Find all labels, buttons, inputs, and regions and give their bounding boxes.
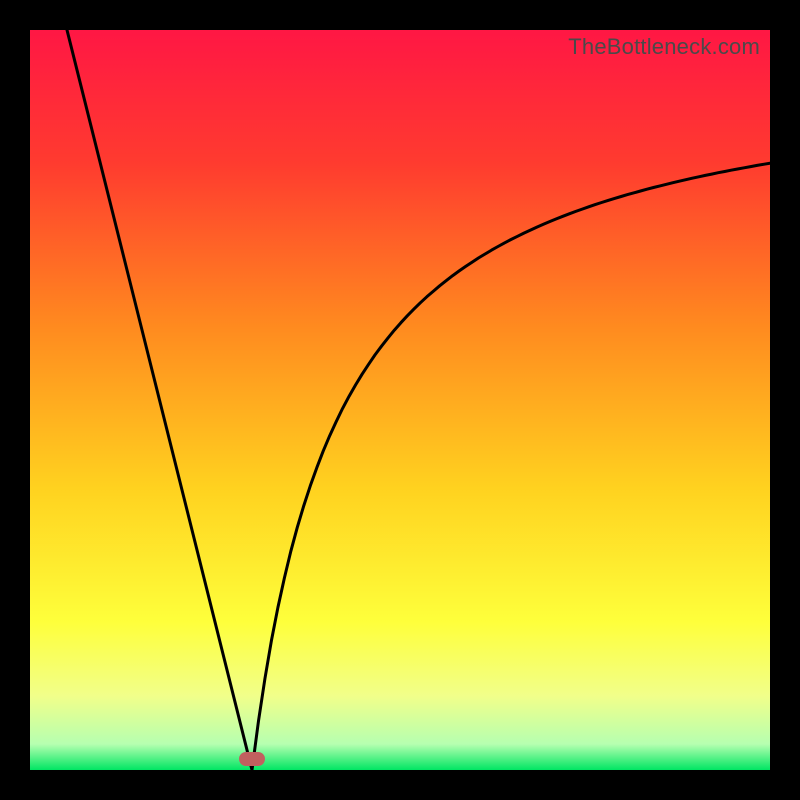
bottleneck-curve <box>30 30 770 770</box>
watermark-text: TheBottleneck.com <box>568 34 760 60</box>
optimum-marker <box>239 752 265 766</box>
chart-frame: TheBottleneck.com <box>30 30 770 770</box>
